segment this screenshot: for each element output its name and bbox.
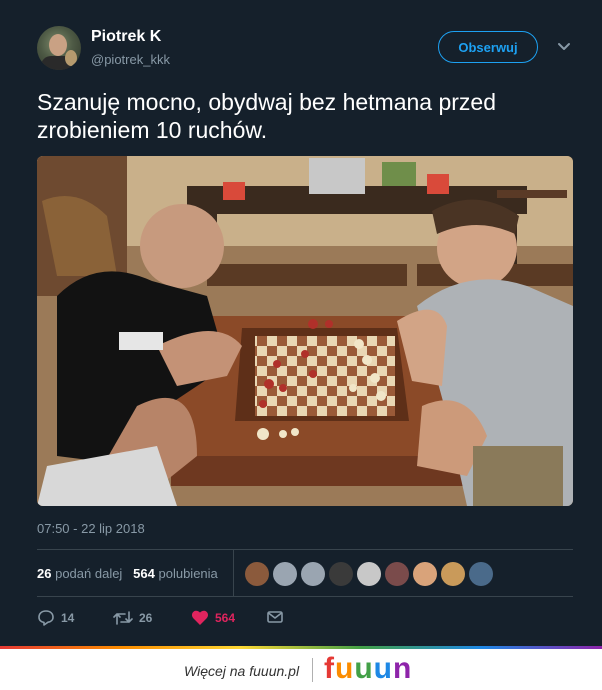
- reply-count: 14: [61, 611, 75, 625]
- liker-avatar[interactable]: [385, 562, 409, 586]
- like-button[interactable]: 564: [191, 609, 235, 626]
- footer: Więcej na fuuun.pl fuuun: [0, 646, 602, 690]
- engagement-stats: 26 podań dalej 564 polubienia: [37, 566, 218, 581]
- brand-letter: f: [324, 652, 335, 685]
- liker-avatar[interactable]: [273, 562, 297, 586]
- chevron-down-icon[interactable]: [555, 38, 573, 56]
- retweet-button[interactable]: 26: [113, 609, 152, 627]
- liker-avatar[interactable]: [413, 562, 437, 586]
- divider: [37, 549, 573, 550]
- liker-avatar[interactable]: [357, 562, 381, 586]
- divider: [37, 596, 573, 597]
- tweet-photo[interactable]: [37, 156, 573, 506]
- liker-avatar[interactable]: [441, 562, 465, 586]
- dm-button[interactable]: [266, 609, 284, 625]
- retweet-icon: [113, 611, 133, 625]
- stats-separator: [233, 550, 234, 596]
- chess-photo-illustration: [37, 156, 573, 506]
- brand-letter: u: [373, 652, 393, 685]
- liker-avatar[interactable]: [329, 562, 353, 586]
- footer-link[interactable]: Więcej na fuuun.pl: [184, 663, 299, 679]
- tweet-card: Piotrek K @piotrek_kkk Obserwuj Szanuję …: [0, 0, 602, 646]
- like-count: 564: [215, 610, 236, 625]
- follow-button[interactable]: Obserwuj: [438, 31, 538, 63]
- retweets-count[interactable]: 26: [37, 566, 51, 581]
- author-name[interactable]: Piotrek K: [91, 28, 161, 46]
- liker-avatar[interactable]: [469, 562, 493, 586]
- tweet-text: Szanuję mocno, obydwaj bez hetmana przed…: [37, 89, 497, 143]
- brand-letter: u: [335, 652, 355, 685]
- rainbow-stripe: [0, 646, 602, 649]
- liker-avatar[interactable]: [301, 562, 325, 586]
- retweet-count: 26: [139, 611, 153, 625]
- avatar[interactable]: [37, 26, 81, 70]
- brand-letter: u: [354, 652, 374, 685]
- reply-button[interactable]: 14: [37, 609, 74, 627]
- brand-letter: n: [392, 652, 413, 685]
- liker-avatars: [245, 562, 493, 586]
- brand-logo[interactable]: fuuun: [324, 652, 412, 686]
- retweets-label[interactable]: podań dalej: [55, 566, 122, 581]
- footer-separator: [312, 658, 313, 682]
- envelope-icon: [267, 611, 283, 623]
- tweet-timestamp[interactable]: 07:50 - 22 lip 2018: [37, 521, 145, 536]
- author-handle[interactable]: @piotrek_kkk: [91, 52, 170, 67]
- heart-icon: [192, 610, 208, 625]
- likes-label[interactable]: polubienia: [159, 566, 218, 581]
- reply-icon: [38, 610, 54, 626]
- likes-count[interactable]: 564: [133, 566, 155, 581]
- liker-avatar[interactable]: [245, 562, 269, 586]
